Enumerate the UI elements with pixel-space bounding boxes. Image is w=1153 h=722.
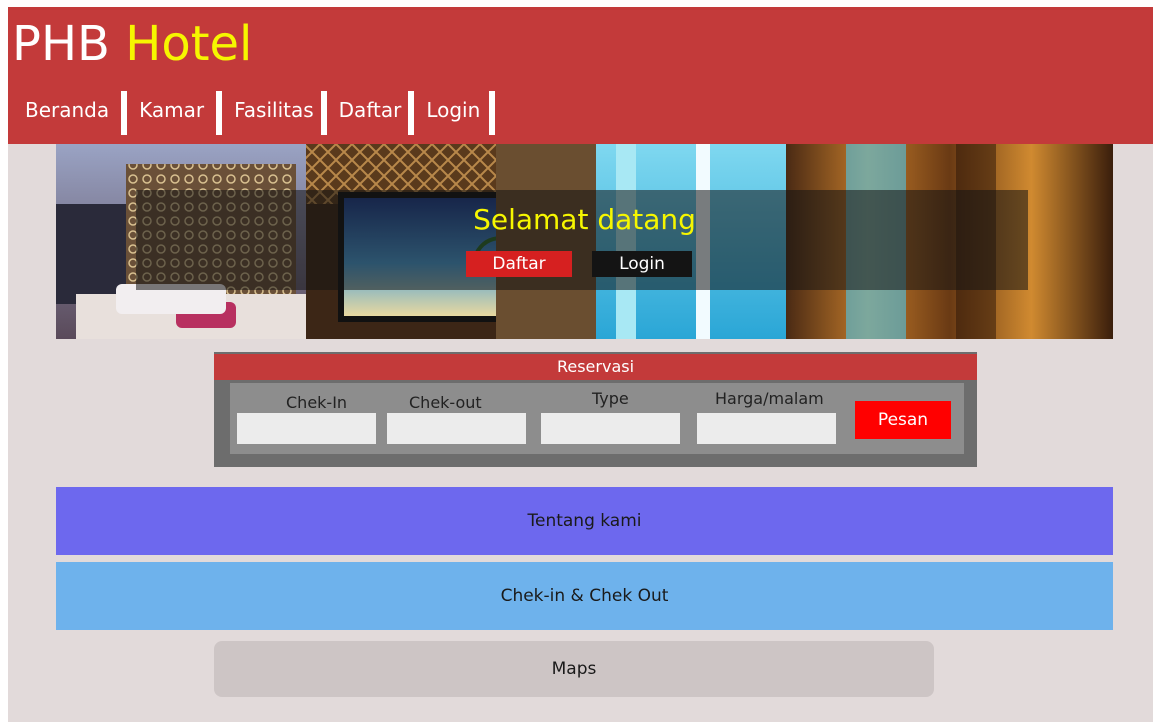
site-logo[interactable]: PHB Hotel — [12, 15, 252, 73]
checkin-input[interactable] — [237, 413, 376, 444]
nav-item-fasilitas[interactable]: Fasilitas — [234, 91, 339, 135]
nav-divider — [121, 91, 128, 135]
nav-label: Daftar — [338, 98, 402, 122]
nav-divider — [216, 91, 223, 135]
page: PHB Hotel Beranda Kamar Fasilitas Daftar… — [8, 7, 1153, 722]
nav-divider — [489, 91, 496, 135]
nav-divider — [320, 91, 327, 135]
hero-banner: Selamat datang Daftar Login — [56, 144, 1113, 339]
hero-daftar-button[interactable]: Daftar — [466, 251, 572, 277]
checkin-label: Chek-In — [286, 393, 348, 412]
checkin-checkout-section[interactable]: Chek-in & Chek Out — [56, 562, 1113, 630]
nav-label: Fasilitas — [234, 98, 314, 122]
nav-item-kamar[interactable]: Kamar — [139, 91, 234, 135]
maps-section[interactable]: Maps — [214, 641, 934, 697]
checkout-label: Chek-out — [409, 393, 482, 412]
about-section[interactable]: Tentang kami — [56, 487, 1113, 555]
nav-label: Beranda — [25, 98, 110, 122]
price-label: Harga/malam — [715, 389, 824, 408]
nav-label: Kamar — [139, 98, 205, 122]
reservation-panel: Reservasi Chek-In Chek-out Type Harga/ma… — [214, 352, 977, 467]
nav-item-daftar[interactable]: Daftar — [339, 91, 427, 135]
maps-label: Maps — [551, 659, 597, 679]
nav-divider — [408, 91, 415, 135]
about-label: Tentang kami — [527, 511, 642, 531]
brand-name: PHB — [12, 16, 110, 72]
checkin-checkout-label: Chek-in & Chek Out — [500, 586, 669, 606]
reservation-form: Chek-In Chek-out Type Harga/malam — [230, 383, 964, 454]
main-nav: Beranda Kamar Fasilitas Daftar Login — [25, 91, 507, 135]
site-header: PHB Hotel Beranda Kamar Fasilitas Daftar… — [8, 7, 1153, 144]
pesan-button[interactable]: Pesan — [855, 401, 951, 439]
reservation-title: Reservasi — [214, 354, 977, 380]
type-input[interactable] — [541, 413, 680, 444]
hero-login-button[interactable]: Login — [592, 251, 692, 277]
brand-accent: Hotel — [125, 16, 253, 72]
welcome-title: Selamat datang — [473, 203, 696, 236]
nav-label: Login — [426, 98, 481, 122]
price-input[interactable] — [697, 413, 836, 444]
nav-item-login[interactable]: Login — [426, 91, 507, 135]
checkout-input[interactable] — [387, 413, 526, 444]
type-label: Type — [592, 389, 629, 408]
nav-item-beranda[interactable]: Beranda — [25, 91, 139, 135]
